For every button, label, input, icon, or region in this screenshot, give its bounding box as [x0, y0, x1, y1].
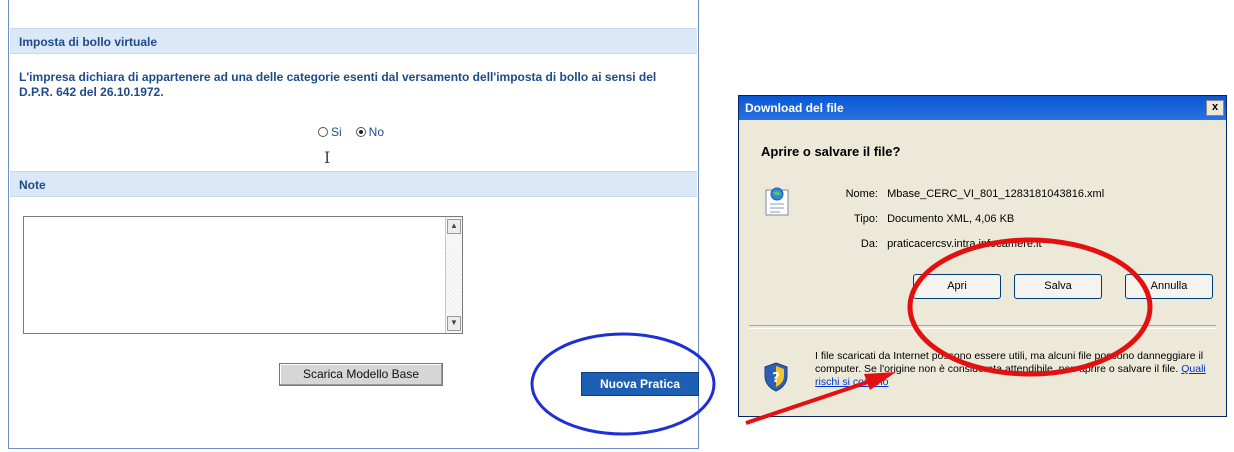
- note-section-header: Note: [10, 171, 697, 197]
- annulla-button[interactable]: Annulla: [1125, 274, 1213, 299]
- file-name-value: Mbase_CERC_VI_801_1283181043816.xml: [887, 188, 1105, 200]
- dialog-titlebar: Download del file x: [739, 96, 1226, 120]
- shield-icon: ?: [764, 362, 788, 392]
- radio-no-label: No: [368, 125, 385, 139]
- note-textarea[interactable]: ▲ ▼: [23, 216, 463, 334]
- bollo-radio-group: Si No: [318, 125, 398, 139]
- file-type-row: Tipo: Documento XML, 4,06 KB: [826, 213, 1014, 225]
- radio-si[interactable]: [318, 127, 328, 137]
- close-icon[interactable]: x: [1206, 100, 1224, 116]
- scarica-modello-base-button[interactable]: Scarica Modello Base: [279, 363, 443, 386]
- bollo-section-header: Imposta di bollo virtuale: [10, 28, 697, 54]
- dialog-separator: [749, 325, 1216, 329]
- scroll-down-icon[interactable]: ▼: [447, 316, 461, 331]
- security-warning: I file scaricati da Internet possono ess…: [815, 350, 1215, 389]
- text-cursor-icon: I: [324, 148, 331, 167]
- dialog-question: Aprire o salvare il file?: [761, 144, 901, 159]
- file-name-label: Nome:: [845, 188, 878, 200]
- file-type-label: Tipo:: [853, 213, 878, 225]
- salva-button[interactable]: Salva: [1014, 274, 1102, 299]
- dialog-title: Download del file: [745, 101, 844, 115]
- nuova-pratica-button[interactable]: Nuova Pratica: [581, 372, 699, 396]
- bollo-declaration-text: L'impresa dichiara di appartenere ad una…: [19, 70, 657, 99]
- security-warning-text: I file scaricati da Internet possono ess…: [815, 350, 1204, 375]
- file-name-row: Nome: Mbase_CERC_VI_801_1283181043816.xm…: [826, 188, 1105, 200]
- file-source-value: praticacercsv.intra.infocamere.it: [887, 238, 1042, 250]
- form-panel: Imposta di bollo virtuale L'impresa dich…: [8, 0, 699, 449]
- apri-button[interactable]: Apri: [913, 274, 1001, 299]
- download-dialog: Download del file x Aprire o salvare il …: [738, 95, 1227, 417]
- radio-si-label: Si: [331, 125, 342, 139]
- file-source-row: Da: praticacercsv.intra.infocamere.it: [826, 238, 1042, 250]
- file-type-value: Documento XML, 4,06 KB: [887, 213, 1015, 225]
- svg-text:?: ?: [772, 371, 780, 386]
- scroll-up-icon[interactable]: ▲: [447, 219, 461, 234]
- note-scrollbar[interactable]: ▲ ▼: [445, 217, 462, 333]
- file-source-label: Da:: [860, 238, 878, 250]
- xml-file-icon: [765, 187, 789, 216]
- radio-no[interactable]: [355, 127, 366, 137]
